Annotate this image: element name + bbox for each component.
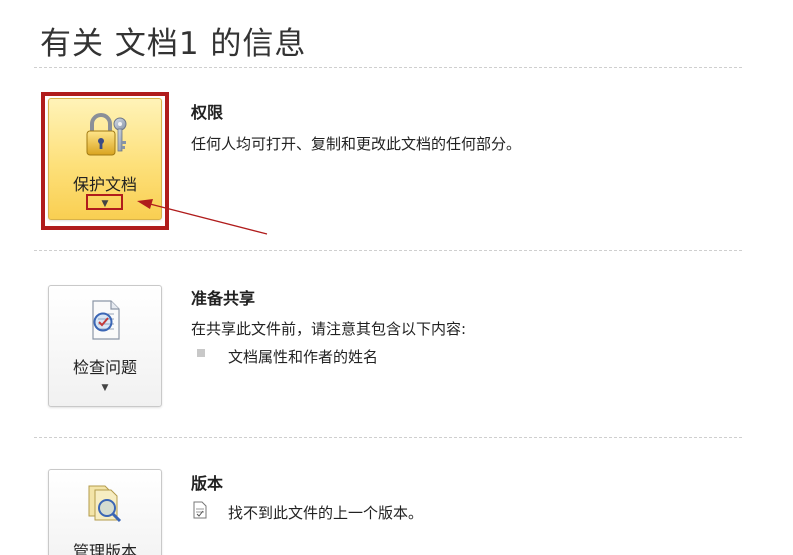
- check-for-issues-button[interactable]: 检查问题 ▼: [48, 285, 162, 407]
- prepare-sharing-title: 准备共享: [191, 289, 256, 308]
- versions-description: 找不到此文件的上一个版本。: [228, 504, 424, 522]
- versions-title: 版本: [191, 474, 224, 493]
- check-for-issues-label: 检查问题: [72, 358, 137, 377]
- prepare-sharing-description: 在共享此文件前，请注意其包含以下内容:: [191, 320, 467, 338]
- permissions-description: 任何人均可打开、复制和更改此文档的任何部分。: [191, 135, 522, 153]
- page-icon: [193, 501, 207, 519]
- divider: [34, 437, 742, 438]
- info-page: 有关 文档1 的信息 保护文档 ▼ 权限 任何人均可打开、复制和更改此文档的任何…: [0, 0, 793, 555]
- bullet-icon: [197, 349, 205, 357]
- versions-icon: [88, 485, 122, 523]
- bullet-item: 文档属性和作者的姓名: [228, 348, 379, 366]
- chevron-down-icon[interactable]: ▼: [102, 384, 109, 393]
- inspect-document-icon: [92, 300, 120, 340]
- permissions-title: 权限: [191, 103, 224, 122]
- divider: [34, 250, 742, 251]
- manage-versions-button[interactable]: 管理版本: [48, 469, 162, 555]
- manage-versions-label: 管理版本: [72, 542, 137, 555]
